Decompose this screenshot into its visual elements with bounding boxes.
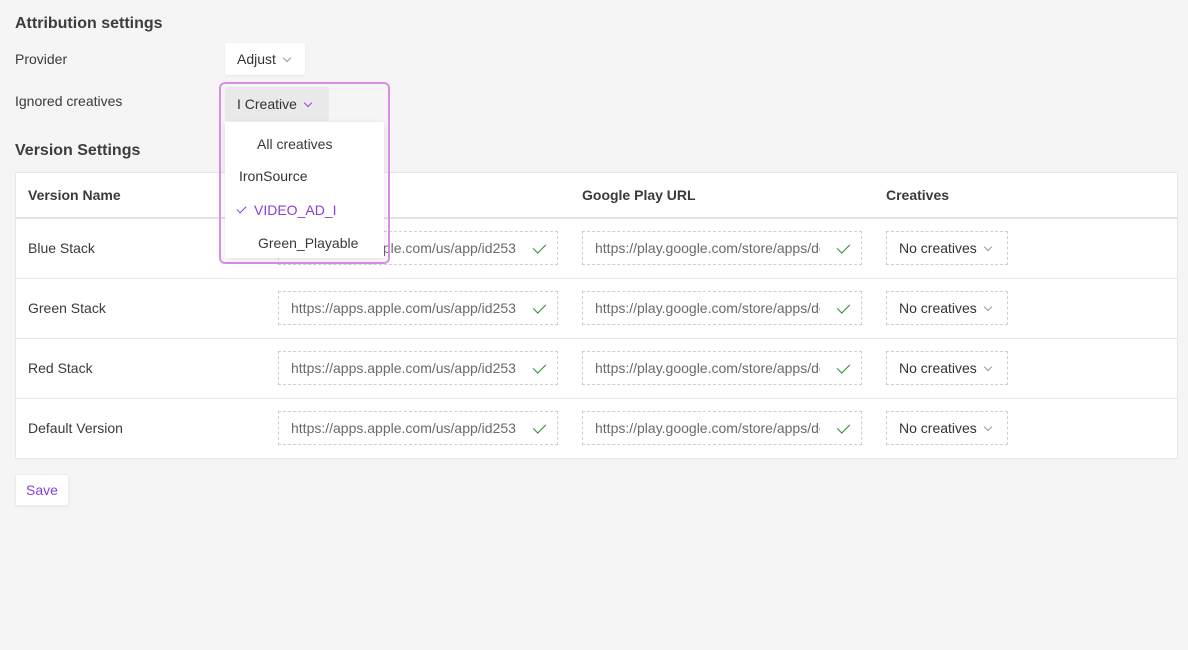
- menu-item-all-creatives[interactable]: All creatives: [257, 136, 332, 152]
- check-icon: [836, 300, 851, 314]
- ignored-creatives-label: Ignored creatives: [15, 93, 123, 109]
- save-button[interactable]: Save: [15, 474, 69, 506]
- check-icon: [532, 240, 547, 254]
- check-icon: [532, 360, 547, 374]
- ios-url-input[interactable]: https://apps.apple.com/us/app/id2539: [278, 291, 558, 325]
- menu-item-green-playable[interactable]: Green_Playable: [258, 235, 358, 251]
- creatives-select[interactable]: No creatives: [886, 411, 1008, 445]
- chevron-down-icon: [983, 422, 993, 431]
- menu-item-label: VIDEO_AD_I: [254, 202, 337, 218]
- column-header-google-play-url: Google Play URL: [582, 187, 696, 203]
- creatives-select-value: No creatives: [899, 420, 977, 436]
- creatives-select-value: No creatives: [899, 300, 977, 316]
- google-play-url-input[interactable]: https://play.google.com/store/apps/detai…: [582, 351, 862, 385]
- version-name: Blue Stack: [28, 240, 95, 256]
- chevron-down-icon: [983, 302, 993, 311]
- ios-url-input[interactable]: https://apps.apple.com/us/app/id2539: [278, 411, 558, 445]
- provider-select[interactable]: Adjust: [225, 43, 305, 75]
- check-icon: [836, 240, 851, 254]
- check-icon: [532, 420, 547, 434]
- creatives-select-value: No creatives: [899, 240, 977, 256]
- check-icon: [836, 360, 851, 374]
- table-row: Green Stack https://apps.apple.com/us/ap…: [16, 279, 1177, 339]
- google-play-url-input[interactable]: https://play.google.com/store/apps/detai…: [582, 411, 862, 445]
- version-name: Green Stack: [28, 300, 106, 316]
- google-play-url-value: https://play.google.com/store/apps/detai…: [595, 420, 820, 436]
- chevron-down-icon: [983, 242, 993, 251]
- chevron-down-icon: [282, 53, 292, 62]
- ignored-creatives-select[interactable]: I Creative: [225, 87, 329, 121]
- ios-url-input[interactable]: https://apps.apple.com/us/app/id2539: [278, 351, 558, 385]
- google-play-url-input[interactable]: https://play.google.com/store/apps/detai…: [582, 231, 862, 265]
- google-play-url-value: https://play.google.com/store/apps/detai…: [595, 360, 820, 376]
- chevron-down-icon: [983, 362, 993, 371]
- creatives-select[interactable]: No creatives: [886, 351, 1008, 385]
- version-name: Default Version: [28, 420, 123, 436]
- ignored-creatives-select-value: I Creative: [237, 96, 297, 112]
- provider-select-value: Adjust: [237, 51, 276, 67]
- table-row: Red Stack https://apps.apple.com/us/app/…: [16, 339, 1177, 399]
- creatives-select[interactable]: No creatives: [886, 291, 1008, 325]
- checkmark-icon: [236, 203, 247, 213]
- ignored-creatives-menu: All creatives IronSource VIDEO_AD_I Gree…: [225, 122, 384, 258]
- check-icon: [532, 300, 547, 314]
- column-header-creatives: Creatives: [886, 187, 950, 203]
- ios-url-value: https://apps.apple.com/us/app/id2539: [291, 420, 516, 436]
- menu-item-video-ad-i[interactable]: VIDEO_AD_I: [236, 202, 337, 218]
- check-icon: [836, 420, 851, 434]
- google-play-url-value: https://play.google.com/store/apps/detai…: [595, 240, 820, 256]
- table-row: Default Version https://apps.apple.com/u…: [16, 399, 1177, 459]
- version-settings-table: Version Name Google Play URL Creatives B…: [15, 172, 1178, 459]
- column-header-version-name: Version Name: [28, 187, 121, 203]
- creatives-select-value: No creatives: [899, 360, 977, 376]
- attribution-settings-title: Attribution settings: [15, 15, 163, 32]
- ignored-creatives-dropdown: I Creative All creatives IronSource VIDE…: [219, 82, 390, 264]
- ios-url-value: https://apps.apple.com/us/app/id2539: [291, 360, 516, 376]
- table-header: Version Name Google Play URL Creatives: [16, 173, 1177, 219]
- creatives-select[interactable]: No creatives: [886, 231, 1008, 265]
- provider-label: Provider: [15, 51, 68, 67]
- table-row: Blue Stack https://apps.apple.com/us/app…: [16, 219, 1177, 279]
- ios-url-value: https://apps.apple.com/us/app/id2539: [291, 300, 516, 316]
- chevron-down-icon: [303, 98, 313, 107]
- menu-group-ironsource: IronSource: [239, 168, 308, 184]
- version-settings-title: Version Settings: [15, 142, 141, 159]
- google-play-url-value: https://play.google.com/store/apps/detai…: [595, 300, 820, 316]
- version-name: Red Stack: [28, 360, 93, 376]
- google-play-url-input[interactable]: https://play.google.com/store/apps/detai…: [582, 291, 862, 325]
